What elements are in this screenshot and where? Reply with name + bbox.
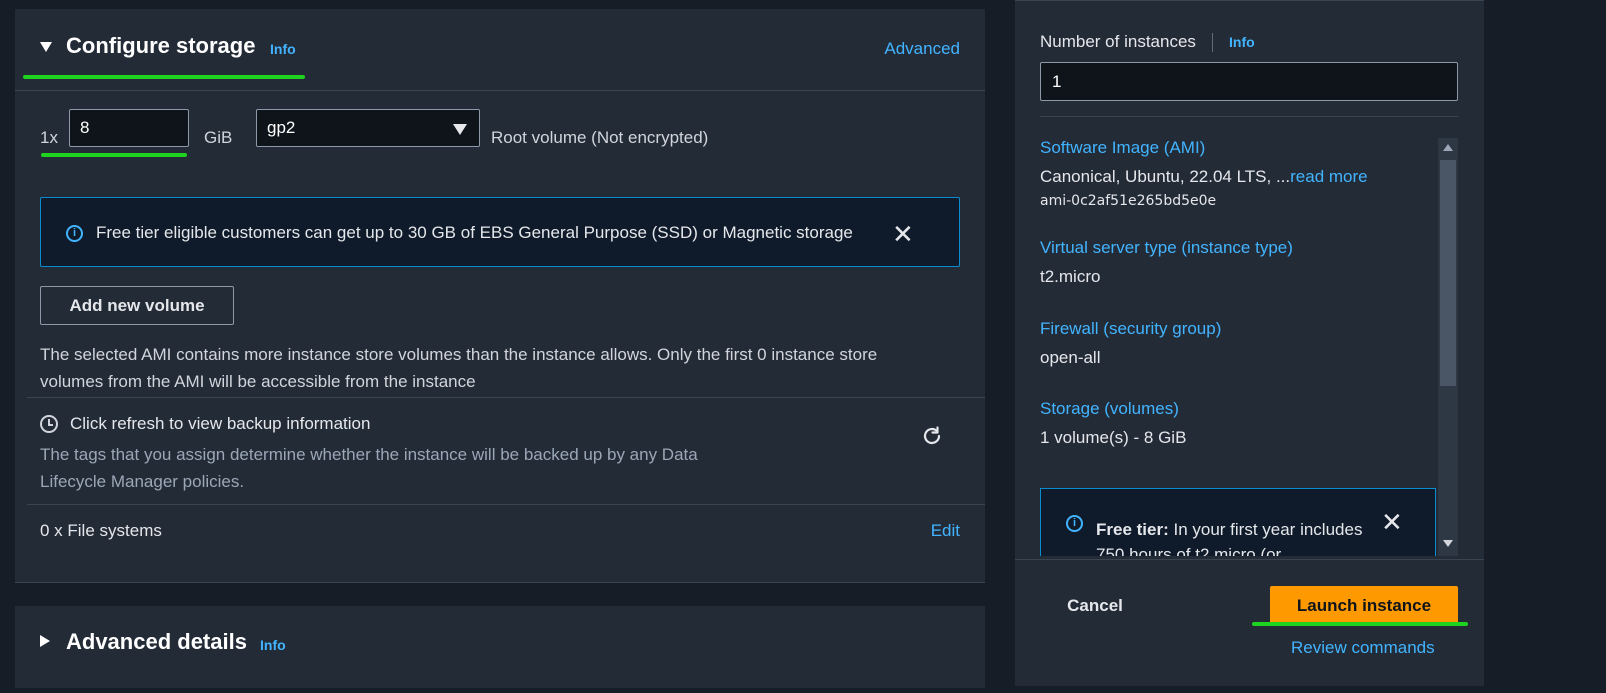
firewall-key-link[interactable]: Firewall (security group) [1040,319,1221,339]
refresh-icon[interactable] [920,424,944,448]
backup-info-description: The tags that you assign determine wheth… [40,445,698,491]
scroll-up-icon[interactable] [1443,144,1453,151]
ami-read-more-link[interactable]: read more [1290,167,1367,186]
free-tier-summary-alert: i Free tier: In your first year includes… [1040,488,1436,556]
ami-warning-text: The selected AMI contains more instance … [40,345,878,391]
clock-icon [40,415,58,433]
annotation-underline-size [41,153,187,157]
scrollbar-thumb[interactable] [1440,160,1456,386]
summary-panel: Number of instances Info 1 Software Imag… [1015,0,1484,686]
firewall-value: open-all [1040,348,1101,367]
file-systems-label: 0 x File systems [40,521,162,540]
advanced-details-title[interactable]: Advanced details [66,629,247,655]
volume-size-input[interactable]: 8 [69,109,189,147]
caret-right-icon[interactable] [40,635,50,647]
free-tier-alert-text: Free tier eligible customers can get up … [96,223,853,242]
separator [1212,33,1213,52]
ami-id: ami-0c2af51e265bd5e0e [1040,193,1217,209]
instance-type-key-link[interactable]: Virtual server type (instance type) [1040,238,1293,258]
advanced-details-panel[interactable]: Advanced details Info [15,606,985,688]
storage-info-link[interactable]: Info [270,41,296,57]
annotation-underline-launch [1252,622,1468,626]
volume-type-select[interactable]: gp2 [256,109,480,147]
ami-value: Canonical, Ubuntu, 22.04 LTS, ...read mo… [1040,167,1368,187]
summary-scrollbar[interactable] [1438,138,1458,556]
free-tier-summary-text: Free tier: In your first year includes 7… [1096,517,1376,556]
configure-storage-panel: Configure storage Info Advanced 1x 8 GiB… [15,9,985,583]
storage-key-link[interactable]: Storage (volumes) [1040,399,1179,419]
divider [1040,116,1458,117]
configure-storage-title[interactable]: Configure storage [66,33,255,59]
scroll-down-icon[interactable] [1443,540,1453,547]
instance-type-value: t2.micro [1040,267,1101,286]
ami-value-text: Canonical, Ubuntu, 22.04 LTS, ... [1040,167,1291,186]
free-tier-alert: i Free tier eligible customers can get u… [40,197,960,267]
add-new-volume-button[interactable]: Add new volume [40,286,234,325]
divider [27,504,985,505]
ami-key-link[interactable]: Software Image (AMI) [1040,138,1205,158]
divider [1015,559,1484,560]
summary-scroll-area[interactable]: Software Image (AMI) Canonical, Ubuntu, … [1015,138,1484,556]
number-of-instances-input[interactable]: 1 [1040,62,1458,101]
instances-info-link[interactable]: Info [1229,34,1255,50]
volume-type-value: gp2 [267,118,296,137]
root-volume-label: Root volume (Not encrypted) [491,128,709,147]
launch-instance-button[interactable]: Launch instance [1270,586,1458,625]
cancel-button[interactable]: Cancel [1040,591,1150,621]
volume-unit-label: GiB [204,128,233,147]
info-circle-icon: i [1066,515,1083,532]
free-tier-bold-label: Free tier: [1096,520,1169,539]
backup-info-title: Click refresh to view backup information [70,414,371,433]
advanced-link[interactable]: Advanced [884,39,960,59]
annotation-underline-title [23,75,305,79]
info-circle-icon: i [66,225,83,242]
edit-file-systems-link[interactable]: Edit [931,521,960,541]
volume-quantity-label: 1x [40,128,58,147]
review-commands-link[interactable]: Review commands [1291,638,1435,658]
storage-value: 1 volume(s) - 8 GiB [1040,428,1187,447]
chevron-down-icon [453,124,467,135]
divider [27,397,985,398]
close-icon[interactable]: ✕ [1381,509,1403,535]
close-icon[interactable]: ✕ [892,221,914,247]
number-of-instances-label: Number of instances [1040,32,1196,51]
advanced-details-info-link[interactable]: Info [260,637,286,653]
caret-down-icon[interactable] [40,42,52,52]
